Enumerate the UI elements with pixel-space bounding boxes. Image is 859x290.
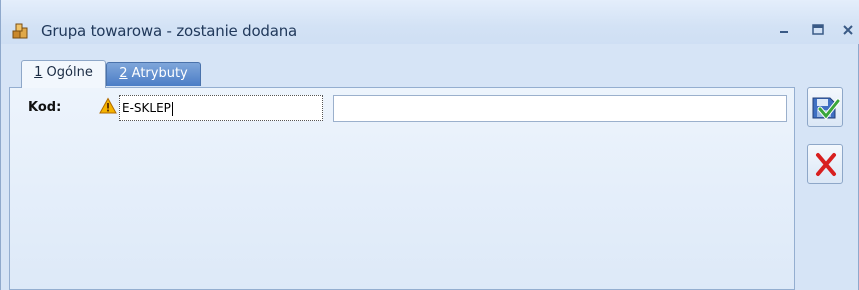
tab-atrybuty[interactable]: 2 Atrybuty bbox=[106, 62, 201, 86]
title-bar[interactable]: Grupa towarowa - zostanie dodana bbox=[1, 0, 859, 44]
maximize-button[interactable] bbox=[808, 20, 828, 40]
tab-ogolne[interactable]: 1 Ogólne bbox=[21, 60, 106, 88]
cancel-button[interactable] bbox=[807, 144, 843, 184]
save-button[interactable] bbox=[807, 87, 843, 127]
text-caret bbox=[171, 101, 173, 116]
minimize-button[interactable] bbox=[774, 20, 794, 40]
tab-panel-ogolne: Kod: E-SKLEP bbox=[9, 87, 795, 290]
kod-label: Kod: bbox=[28, 100, 62, 115]
goods-group-icon bbox=[11, 22, 29, 40]
warning-icon bbox=[99, 97, 117, 115]
window-title: Grupa towarowa - zostanie dodana bbox=[41, 22, 298, 40]
kod-input[interactable]: E-SKLEP bbox=[119, 95, 323, 121]
dialog-window: Grupa towarowa - zostanie dodana 1 Ogóln… bbox=[0, 0, 859, 290]
close-button[interactable] bbox=[839, 20, 859, 40]
name-input[interactable] bbox=[333, 95, 787, 122]
